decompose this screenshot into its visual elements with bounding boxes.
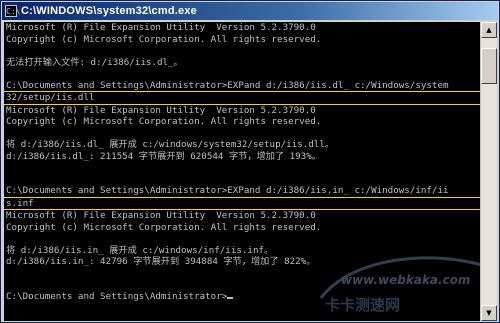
console-line: Copyright (c) Microsoft Corporation. All…: [6, 116, 322, 127]
console-line: Microsoft (R) File Expansion Utility Ver…: [6, 22, 316, 33]
vertical-scrollbar[interactable]: ▲ ▼: [480, 22, 497, 321]
cmd-window: C:\ C:\WINDOWS\system32\cmd.exe Microsof…: [0, 0, 500, 323]
command-line: C:\Documents and Settings\Administrator>…: [4, 185, 481, 198]
window-title: C:\WINDOWS\system32\cmd.exe: [21, 5, 197, 17]
scrollbar-thumb[interactable]: [481, 48, 497, 84]
command-line: C:\Documents and Settings\Administrator>…: [4, 80, 481, 92]
console-line: Copyright (c) Microsoft Corporation. All…: [6, 221, 322, 233]
console-line: Microsoft (R) File Expansion Utility Ver…: [6, 210, 316, 221]
command-line-wrap: 32/setup/iis.dll: [4, 92, 481, 105]
console-line: 将 d:/i386/iis.in_ 展开成 c:/windows/inf/iis…: [6, 244, 274, 256]
console-output[interactable]: Microsoft (R) File Expansion Utility Ver…: [4, 22, 481, 321]
terminal-icon: C:\: [5, 5, 21, 17]
console-line: Microsoft (R) File Expansion Utility Ver…: [6, 104, 316, 116]
command-line-wrap: s.inf: [4, 198, 481, 210]
title-bar[interactable]: C:\ C:\WINDOWS\system32\cmd.exe: [2, 2, 498, 20]
console-line: d:/i386/iis.dl_: 211554 字节展开到 620544 字节，…: [6, 150, 321, 162]
console-line: 将 d:/i386/iis.dl_ 展开成 c:/windows/system3…: [6, 139, 335, 150]
console-line: 无法打开输入文件: d:/i386/iis.dl_。: [6, 56, 183, 68]
scroll-up-button[interactable]: ▲: [481, 22, 497, 38]
prompt-line: C:\Documents and Settings\Administrator>: [4, 291, 481, 303]
text-cursor: [227, 296, 234, 299]
scroll-down-button[interactable]: ▼: [481, 305, 497, 321]
console-line: Copyright (c) Microsoft Corporation. All…: [6, 33, 322, 45]
console-line: d:/i386/iis.in_: 42796 字节展开到 394884 字节，增…: [6, 256, 316, 267]
prompt-text: C:\Documents and Settings\Administrator>: [6, 290, 228, 302]
